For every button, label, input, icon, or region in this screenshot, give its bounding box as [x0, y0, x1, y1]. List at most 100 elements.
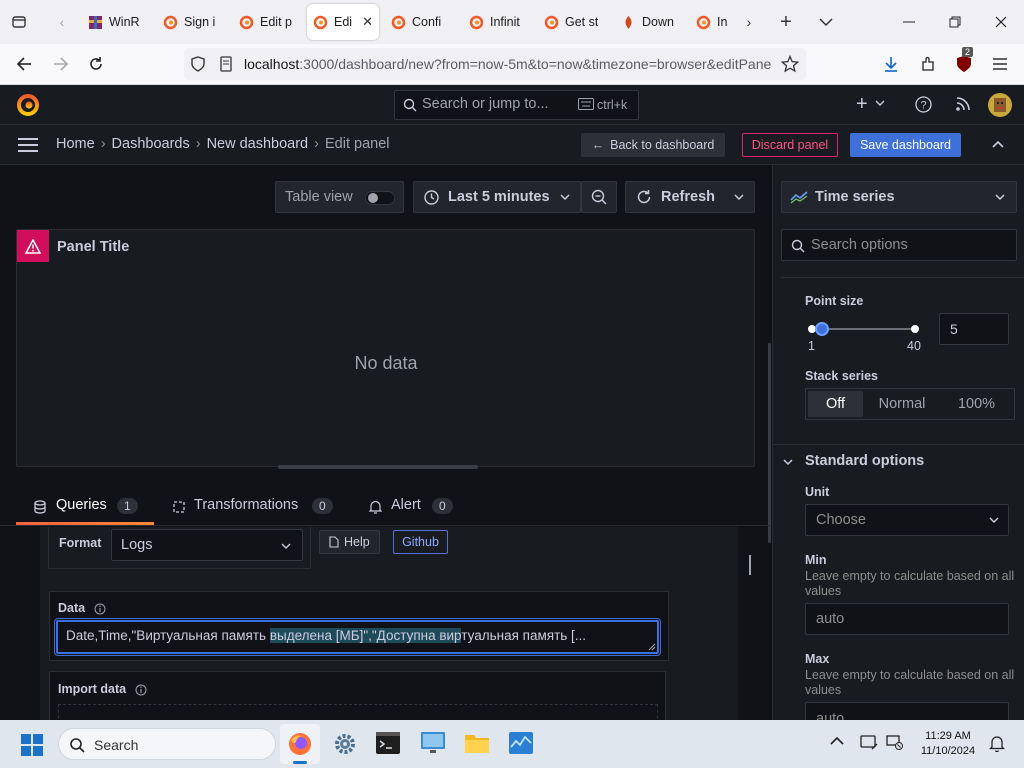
back-to-dashboard-button[interactable]: ← Back to dashboard: [581, 133, 725, 157]
add-chevron-icon[interactable]: [875, 100, 885, 107]
file-explorer-icon[interactable]: [464, 732, 490, 754]
reload-icon[interactable]: [86, 54, 106, 74]
stack-series-radio-group: Off Normal 100%: [805, 388, 1015, 420]
tab-queries-count: 1: [117, 498, 138, 514]
unit-label: Unit: [805, 485, 830, 499]
windows-start-icon[interactable]: [21, 734, 43, 756]
menu-toggle-icon[interactable]: [18, 138, 38, 152]
refresh-button[interactable]: Refresh: [625, 181, 755, 213]
extension-badge: 2: [962, 47, 974, 57]
clock-time: 11:29 AM: [925, 730, 971, 742]
panel-warning-icon[interactable]: [17, 230, 49, 262]
table-view-switch[interactable]: [365, 191, 395, 205]
stack-option-100-percent[interactable]: 100%: [941, 391, 1012, 417]
news-feed-icon[interactable]: [955, 96, 971, 112]
no-data-text: No data: [354, 353, 418, 373]
point-size-input[interactable]: 5: [939, 313, 1009, 345]
tab-queries[interactable]: Queries 1: [16, 492, 154, 525]
browser-tab[interactable]: Get st: [538, 4, 610, 40]
add-new-icon[interactable]: +: [856, 94, 868, 114]
breadcrumb-home[interactable]: Home: [56, 136, 95, 152]
show-hidden-icons-chevron-icon[interactable]: [830, 736, 844, 745]
stack-option-off[interactable]: Off: [808, 391, 863, 417]
close-tab-icon[interactable]: ✕: [362, 14, 373, 30]
table-view-toggle[interactable]: Table view: [275, 181, 404, 213]
visualization-picker[interactable]: Time series: [781, 181, 1017, 213]
forward-icon[interactable]: [51, 54, 71, 74]
stack-option-normal[interactable]: Normal: [863, 391, 941, 417]
min-input[interactable]: auto: [805, 603, 1009, 635]
breadcrumb-dashboards[interactable]: Dashboards: [112, 136, 190, 152]
pen-input-icon[interactable]: [860, 734, 878, 750]
restore-icon[interactable]: [945, 12, 965, 32]
browser-tab[interactable]: Confi: [385, 4, 457, 40]
discard-panel-button[interactable]: Discard panel: [742, 133, 838, 157]
import-info-icon[interactable]: [135, 684, 147, 696]
browser-tab[interactable]: Edit p: [233, 4, 303, 40]
address-bar[interactable]: localhost:3000/dashboard/new?from=now-5m…: [184, 48, 806, 80]
bookmark-star-icon[interactable]: [781, 55, 799, 73]
save-dashboard-button[interactable]: Save dashboard: [850, 133, 961, 157]
panel-resize-handle[interactable]: [278, 465, 478, 469]
terminal-icon[interactable]: [376, 732, 400, 754]
taskbar-firefox[interactable]: [280, 724, 320, 764]
refresh-interval-chevron-icon[interactable]: [734, 194, 744, 201]
taskbar-search-box[interactable]: Search: [58, 728, 276, 760]
slider-max-dot: [911, 325, 919, 333]
minimize-icon[interactable]: [899, 12, 919, 32]
browser-tab[interactable]: Ins: [690, 4, 734, 40]
format-select[interactable]: Logs: [111, 529, 303, 561]
unit-placeholder: Choose: [816, 512, 866, 528]
browser-tab[interactable]: WinR: [82, 4, 152, 40]
tab-transformations[interactable]: Transformations 0: [170, 492, 340, 525]
time-range-picker[interactable]: Last 5 minutes: [413, 181, 581, 213]
list-tabs-icon[interactable]: [816, 12, 836, 32]
remote-desktop-icon[interactable]: [420, 731, 446, 755]
ublock-shield-icon[interactable]: 2: [954, 47, 974, 74]
textarea-resize-icon[interactable]: [648, 643, 656, 651]
taskbar-clock[interactable]: 11:29 AM 11/10/2024: [916, 729, 980, 759]
tab-alert[interactable]: Alert 0: [368, 492, 468, 525]
tabs-scroll-right-icon[interactable]: ›: [739, 12, 759, 32]
page-info-icon[interactable]: [218, 56, 234, 72]
help-button[interactable]: Help: [319, 530, 380, 554]
task-manager-icon[interactable]: [508, 731, 534, 755]
help-icon[interactable]: ?: [915, 96, 932, 113]
document-icon: [329, 536, 339, 548]
tab-overview-icon[interactable]: [9, 12, 29, 32]
query-scrollbar[interactable]: [749, 555, 751, 575]
data-textarea[interactable]: Date,Time,"Виртуальная память выделена […: [56, 620, 659, 654]
back-icon[interactable]: [14, 54, 34, 74]
max-input[interactable]: auto: [805, 702, 1009, 720]
browser-tab[interactable]: Infinit: [463, 4, 535, 40]
unit-select[interactable]: Choose: [805, 504, 1009, 536]
search-options-input[interactable]: Search options: [781, 229, 1017, 261]
browser-tab-title: Down: [642, 15, 674, 29]
tabs-scroll-left-icon[interactable]: ‹: [52, 12, 72, 32]
grafana-search-bar[interactable]: Search or jump to... ctrl+k: [394, 90, 639, 120]
browser-tab[interactable]: Edi ✕: [307, 4, 379, 40]
user-avatar[interactable]: [988, 93, 1012, 117]
github-button[interactable]: Github: [393, 530, 448, 554]
close-window-icon[interactable]: [991, 12, 1011, 32]
url-text[interactable]: localhost:3000/dashboard/new?from=now-5m…: [244, 56, 774, 72]
point-size-slider-thumb[interactable]: [815, 322, 829, 336]
new-tab-icon[interactable]: +: [776, 11, 796, 33]
collapse-toolbar-icon[interactable]: [992, 140, 1004, 148]
tracking-shield-icon[interactable]: [190, 56, 206, 72]
standard-options-header[interactable]: Standard options: [781, 452, 1017, 474]
browser-tab[interactable]: Down: [615, 4, 687, 40]
notification-bell-icon[interactable]: [989, 734, 1005, 752]
browser-tab[interactable]: Sign i: [157, 4, 227, 40]
breadcrumb-new-dashboard[interactable]: New dashboard: [207, 136, 309, 152]
settings-gear-icon[interactable]: [333, 732, 357, 756]
data-info-icon[interactable]: [94, 603, 106, 615]
downloads-icon[interactable]: [881, 54, 901, 74]
app-menu-icon[interactable]: [990, 54, 1010, 74]
network-disconnected-icon[interactable]: [886, 734, 904, 750]
time-range-label: Last 5 minutes: [448, 189, 550, 205]
grafana-logo-icon[interactable]: [16, 93, 40, 117]
zoom-out-button[interactable]: [581, 181, 617, 213]
extensions-icon[interactable]: [918, 54, 938, 74]
point-size-slider-track[interactable]: [808, 322, 919, 336]
